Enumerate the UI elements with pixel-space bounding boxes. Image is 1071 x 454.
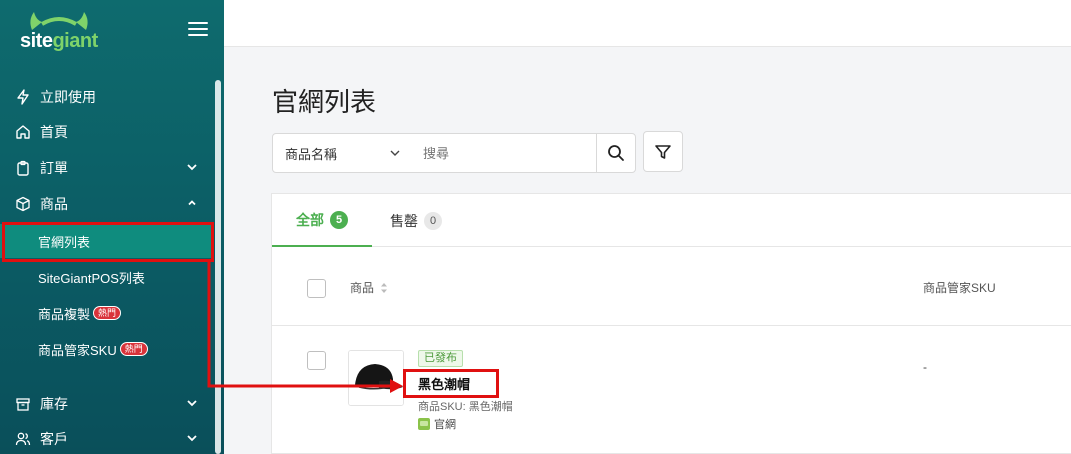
search-field-select[interactable]: 商品名稱 (272, 133, 412, 173)
menu-toggle-icon[interactable] (188, 22, 208, 38)
product-list-card: 全部 5 售罄 0 商品 商品管家SKU 已發布 黑色潮帽 商品SKU: 黑色潮… (271, 193, 1071, 454)
box-icon (14, 195, 32, 213)
search-icon (608, 145, 624, 161)
manager-sku-value: - (923, 360, 927, 374)
sidebar-item-orders[interactable]: 訂單 (0, 151, 212, 185)
select-all-checkbox[interactable] (307, 279, 326, 298)
users-icon (14, 430, 32, 448)
product-sku: 商品SKU: 黑色潮帽 (418, 401, 513, 413)
chevron-up-icon (188, 200, 196, 206)
column-header-product[interactable]: 商品 (350, 279, 390, 296)
table-header: 商品 商品管家SKU (272, 247, 1071, 326)
column-header-manager-sku: 商品管家SKU (923, 281, 996, 295)
logo-site: site (20, 30, 53, 52)
chevron-down-icon (187, 164, 197, 171)
lightning-icon (14, 88, 32, 106)
highlight-box-menu (2, 222, 214, 262)
sidebar-item-label: 立即使用 (40, 89, 96, 105)
sidebar-subitem-product-copy[interactable]: 商品複製 熱門 (0, 296, 212, 330)
filter-icon (655, 144, 671, 159)
highlight-box-product-name (403, 369, 499, 398)
sidebar-scrollbar[interactable] (215, 80, 221, 454)
search-field-selected: 商品名稱 (285, 146, 338, 162)
status-tabs: 全部 5 售罄 0 (272, 194, 1071, 247)
logo-giant: giant (52, 30, 98, 52)
search-input[interactable] (411, 133, 597, 173)
sidebar-item-label: 庫存 (40, 396, 68, 412)
sidebar-item-label: 訂單 (40, 160, 68, 176)
search-button[interactable] (596, 133, 636, 173)
sidebar-item-label: 商品 (40, 196, 68, 212)
product-thumbnail[interactable] (348, 350, 404, 406)
logo-wordmark: sitegiant (20, 30, 98, 53)
count-badge: 5 (330, 210, 348, 229)
chevron-down-icon (187, 435, 197, 442)
tab-label: 售罄 (390, 212, 418, 229)
logo-horns-icon (30, 12, 88, 30)
row-checkbox[interactable] (307, 351, 326, 370)
sidebar-item-label: 首頁 (40, 124, 68, 140)
clipboard-icon (14, 159, 32, 177)
filter-button[interactable] (643, 131, 683, 172)
sidebar-item-products[interactable]: 商品 (0, 187, 212, 221)
home-icon (14, 123, 32, 141)
table-row[interactable]: 已發布 黑色潮帽 商品SKU: 黑色潮帽 官網 - (272, 326, 1071, 454)
sidebar-item-label: 客戶 (40, 431, 68, 447)
sidebar-item-home[interactable]: 首頁 (0, 115, 212, 149)
sitegiant-logo[interactable]: sitegiant (16, 10, 126, 56)
hot-badge: 熱門 (119, 342, 148, 356)
sidebar-subitem-manager-sku[interactable]: 商品管家SKU 熱門 (0, 332, 212, 366)
chevron-down-icon (187, 400, 197, 407)
channel-name: 官網 (434, 419, 456, 431)
sidebar-subitem-pos-list[interactable]: SiteGiantPOS列表 (0, 260, 212, 294)
channel-label: 官網 (418, 416, 456, 432)
subitem-label: 商品管家SKU (38, 342, 117, 358)
archive-icon (14, 395, 32, 413)
sidebar-item-get-started[interactable]: 立即使用 (0, 80, 212, 114)
tab-label: 全部 (296, 211, 324, 228)
page-title: 官網列表 (272, 87, 377, 117)
subitem-label: 商品複製 (38, 306, 91, 322)
top-bar (224, 0, 1071, 47)
subitem-label: SiteGiantPOS列表 (38, 270, 145, 286)
black-cap-image (349, 351, 403, 405)
chevron-down-icon (390, 150, 400, 156)
sort-icon (381, 282, 388, 293)
column-label: 商品 (350, 281, 375, 295)
tab-sold-out[interactable]: 售罄 0 (376, 194, 456, 247)
published-status-tag: 已發布 (418, 350, 463, 367)
hot-badge: 熱門 (93, 306, 122, 320)
tab-all[interactable]: 全部 5 (272, 194, 372, 247)
sidebar-item-inventory[interactable]: 庫存 (0, 387, 212, 421)
count-badge: 0 (424, 211, 442, 230)
sidebar-item-customers[interactable]: 客戶 (0, 422, 212, 454)
website-channel-icon (418, 418, 430, 430)
